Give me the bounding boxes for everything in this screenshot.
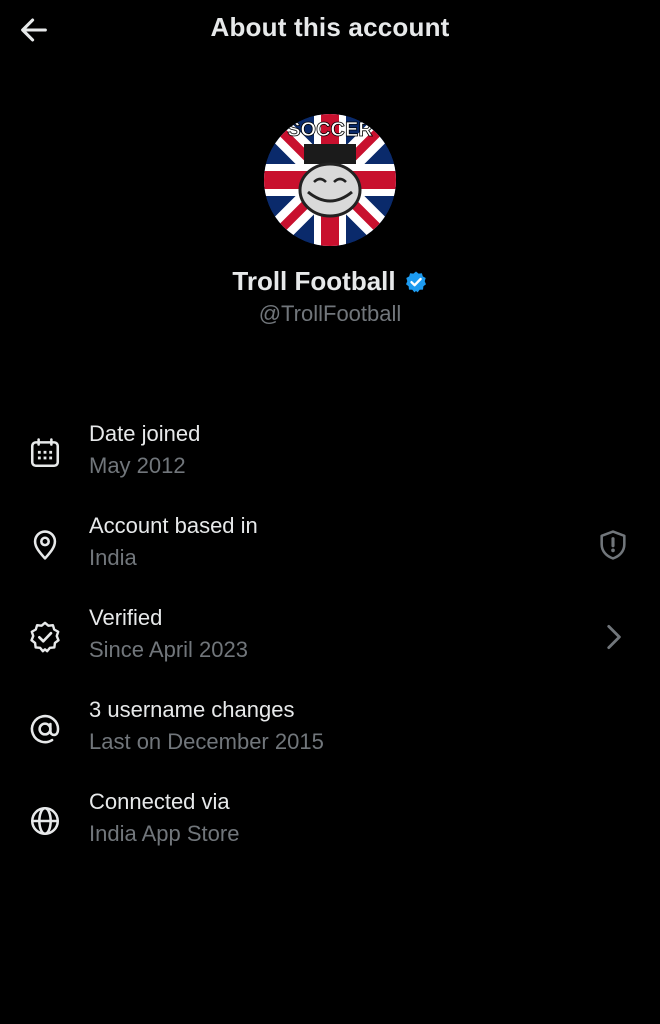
row-value: India [89,545,137,570]
page-title: About this account [210,12,450,42]
row-verified[interactable]: Verified Since April 2023 [0,596,660,688]
location-pin-icon [26,526,64,564]
avatar[interactable]: SOCCER [264,114,396,246]
row-value: Last on December 2015 [89,729,324,754]
header-bar: About this account [0,0,660,60]
union-jack-avatar-image: SOCCER [264,114,396,246]
verified-badge-icon [26,618,64,656]
row-label: Connected via [89,789,230,814]
row-username-changes: 3 username changes Last on December 2015 [0,688,660,780]
globe-icon [26,802,64,840]
row-account-based-in: Account based in India [0,504,660,596]
row-label: Account based in [89,513,258,538]
row-value: May 2012 [89,453,186,478]
profile-name-row: Troll Football [0,266,660,297]
row-date-joined: Date joined May 2012 [0,412,660,504]
calendar-icon [26,434,64,472]
row-label: Date joined [89,421,201,446]
row-value: Since April 2023 [89,637,248,662]
shield-alert-icon[interactable] [594,526,632,564]
profile-name: Troll Football [232,266,396,296]
verified-badge-icon[interactable] [404,270,428,294]
row-connected-via: Connected via India App Store [0,780,660,872]
at-sign-icon [26,710,64,748]
account-info-list: Date joined May 2012 Account based in In… [0,412,660,872]
profile-handle: @TrollFootball [258,301,402,326]
avatar-text: SOCCER [287,119,373,141]
row-label: Verified [89,605,163,630]
row-label: 3 username changes [89,697,295,722]
chevron-right-icon[interactable] [594,618,632,656]
row-value: India App Store [89,821,240,846]
